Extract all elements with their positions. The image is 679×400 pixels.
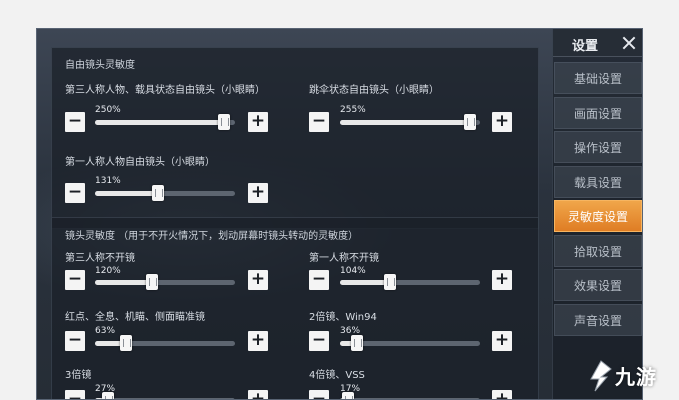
plus-icon: + xyxy=(494,330,510,350)
decrease-button[interactable]: − xyxy=(65,270,85,290)
plus-icon: + xyxy=(250,182,266,202)
slider-fill xyxy=(95,120,224,125)
minus-icon: − xyxy=(311,269,327,289)
settings-content: 自由镜头灵敏度 第三人称人物、载具状态自由镜头（小眼睛） − 250% + 跳伞… xyxy=(37,29,552,400)
plus-icon: + xyxy=(250,111,266,131)
close-icon[interactable] xyxy=(619,33,639,53)
setting-label-4x-scope: 4倍镜、VSS xyxy=(309,370,365,381)
slider-fill xyxy=(340,120,470,125)
camera-panel: 镜头灵敏度 （用于不开火情况下，划动屏幕时镜头转动的灵敏度） 第三人称不开镜 −… xyxy=(51,217,539,400)
slider-track[interactable] xyxy=(95,335,235,351)
free-camera-title: 自由镜头灵敏度 xyxy=(65,60,135,71)
increase-button[interactable]: + xyxy=(492,331,512,351)
decrease-button[interactable]: − xyxy=(309,389,329,400)
sidebar-item-5[interactable]: 拾取设置 xyxy=(554,234,642,267)
decrease-button[interactable]: − xyxy=(65,112,85,132)
increase-button[interactable]: + xyxy=(248,331,268,351)
increase-button[interactable]: + xyxy=(248,183,268,203)
sidebar-title: 设置 xyxy=(572,39,599,54)
watermark-text: 九游 xyxy=(615,365,657,389)
decrease-button[interactable]: − xyxy=(309,331,329,351)
minus-icon: − xyxy=(67,111,83,131)
slider-fill xyxy=(340,280,390,285)
slider-track[interactable] xyxy=(95,114,235,130)
sidebar-item-3[interactable]: 载具设置 xyxy=(554,165,642,198)
setting-value: 255% xyxy=(340,105,366,115)
minus-icon: − xyxy=(67,330,83,350)
plus-icon: + xyxy=(494,389,510,400)
slider-track[interactable] xyxy=(95,274,235,290)
slider-thumb[interactable] xyxy=(351,335,363,351)
slider-track[interactable] xyxy=(340,335,480,351)
setting-label-red-dot: 红点、全息、机瞄、侧面瞄准镜 xyxy=(65,312,205,323)
slider-thumb[interactable] xyxy=(152,185,164,201)
setting-label-parachute-free: 跳伞状态自由镜头（小眼睛） xyxy=(309,85,439,96)
slider-track[interactable] xyxy=(340,114,480,130)
setting-label-2x-scope: 2倍镜、Win94 xyxy=(309,312,377,323)
setting-label-tpp-no-scope: 第三人称不开镜 xyxy=(65,253,135,264)
slider-thumb[interactable] xyxy=(342,392,354,399)
slider-thumb[interactable] xyxy=(218,114,230,130)
plus-icon: + xyxy=(250,330,266,350)
decrease-button[interactable]: − xyxy=(65,183,85,203)
sidebar-item-4[interactable]: 灵敏度设置 xyxy=(554,200,642,232)
setting-value: 63% xyxy=(95,326,116,336)
increase-button[interactable]: + xyxy=(492,112,512,132)
slider-fill xyxy=(95,280,152,285)
minus-icon: − xyxy=(311,389,327,400)
minus-icon: − xyxy=(67,182,83,202)
sidebar-header: 设置 xyxy=(553,29,642,57)
decrease-button[interactable]: − xyxy=(65,389,85,400)
sidebar-item-0[interactable]: 基础设置 xyxy=(554,62,642,94)
minus-icon: − xyxy=(67,269,83,289)
slider-thumb[interactable] xyxy=(102,392,114,399)
decrease-button[interactable]: − xyxy=(309,112,329,132)
settings-window: 自由镜头灵敏度 第三人称人物、载具状态自由镜头（小眼睛） − 250% + 跳伞… xyxy=(36,28,643,400)
jiuyou-logo: 九游 xyxy=(587,357,677,397)
slider-thumb[interactable] xyxy=(120,335,132,351)
setting-label-fpp-free: 第一人称人物自由镜头（小眼睛） xyxy=(65,157,215,168)
setting-value: 250% xyxy=(95,105,121,115)
increase-button[interactable]: + xyxy=(248,112,268,132)
jiuyou-logo-icon xyxy=(590,360,612,392)
plus-icon: + xyxy=(494,269,510,289)
sidebar-item-6[interactable]: 效果设置 xyxy=(554,269,642,301)
plus-icon: + xyxy=(250,269,266,289)
slider-track[interactable] xyxy=(95,185,235,201)
plus-icon: + xyxy=(494,111,510,131)
increase-button[interactable]: + xyxy=(248,270,268,290)
plus-icon: + xyxy=(250,389,266,400)
slider-track[interactable] xyxy=(340,274,480,290)
increase-button[interactable]: + xyxy=(248,389,268,400)
slider-thumb[interactable] xyxy=(146,274,158,290)
settings-sidebar: 设置 基础设置 画面设置 操作设置 载具设置 灵敏度设置 拾取设置 效果设置 声音设置 xyxy=(552,29,642,399)
setting-label-tpp-vehicle-free: 第三人称人物、载具状态自由镜头（小眼睛） xyxy=(65,85,265,96)
setting-value: 131% xyxy=(95,176,121,186)
slider-fill xyxy=(95,191,158,196)
free-camera-panel: 自由镜头灵敏度 第三人称人物、载具状态自由镜头（小眼睛） − 250% + 跳伞… xyxy=(51,47,539,229)
minus-icon: − xyxy=(311,330,327,350)
slider-thumb[interactable] xyxy=(384,274,396,290)
increase-button[interactable]: + xyxy=(492,270,512,290)
decrease-button[interactable]: − xyxy=(65,331,85,351)
setting-label-3x-scope: 3倍镜 xyxy=(65,370,92,381)
decrease-button[interactable]: − xyxy=(309,270,329,290)
camera-title: 镜头灵敏度 （用于不开火情况下，划动屏幕时镜头转动的灵敏度） xyxy=(65,231,359,242)
sidebar-item-1[interactable]: 画面设置 xyxy=(554,96,642,129)
slider-thumb[interactable] xyxy=(464,114,476,130)
setting-value: 120% xyxy=(95,266,121,276)
increase-button[interactable]: + xyxy=(492,389,512,400)
setting-value: 104% xyxy=(340,266,366,276)
sidebar-item-7[interactable]: 声音设置 xyxy=(554,303,642,336)
sidebar-item-2[interactable]: 操作设置 xyxy=(554,131,642,163)
setting-label-fpp-no-scope: 第一人称不开镜 xyxy=(309,253,379,264)
minus-icon: − xyxy=(311,111,327,131)
minus-icon: − xyxy=(67,389,83,400)
